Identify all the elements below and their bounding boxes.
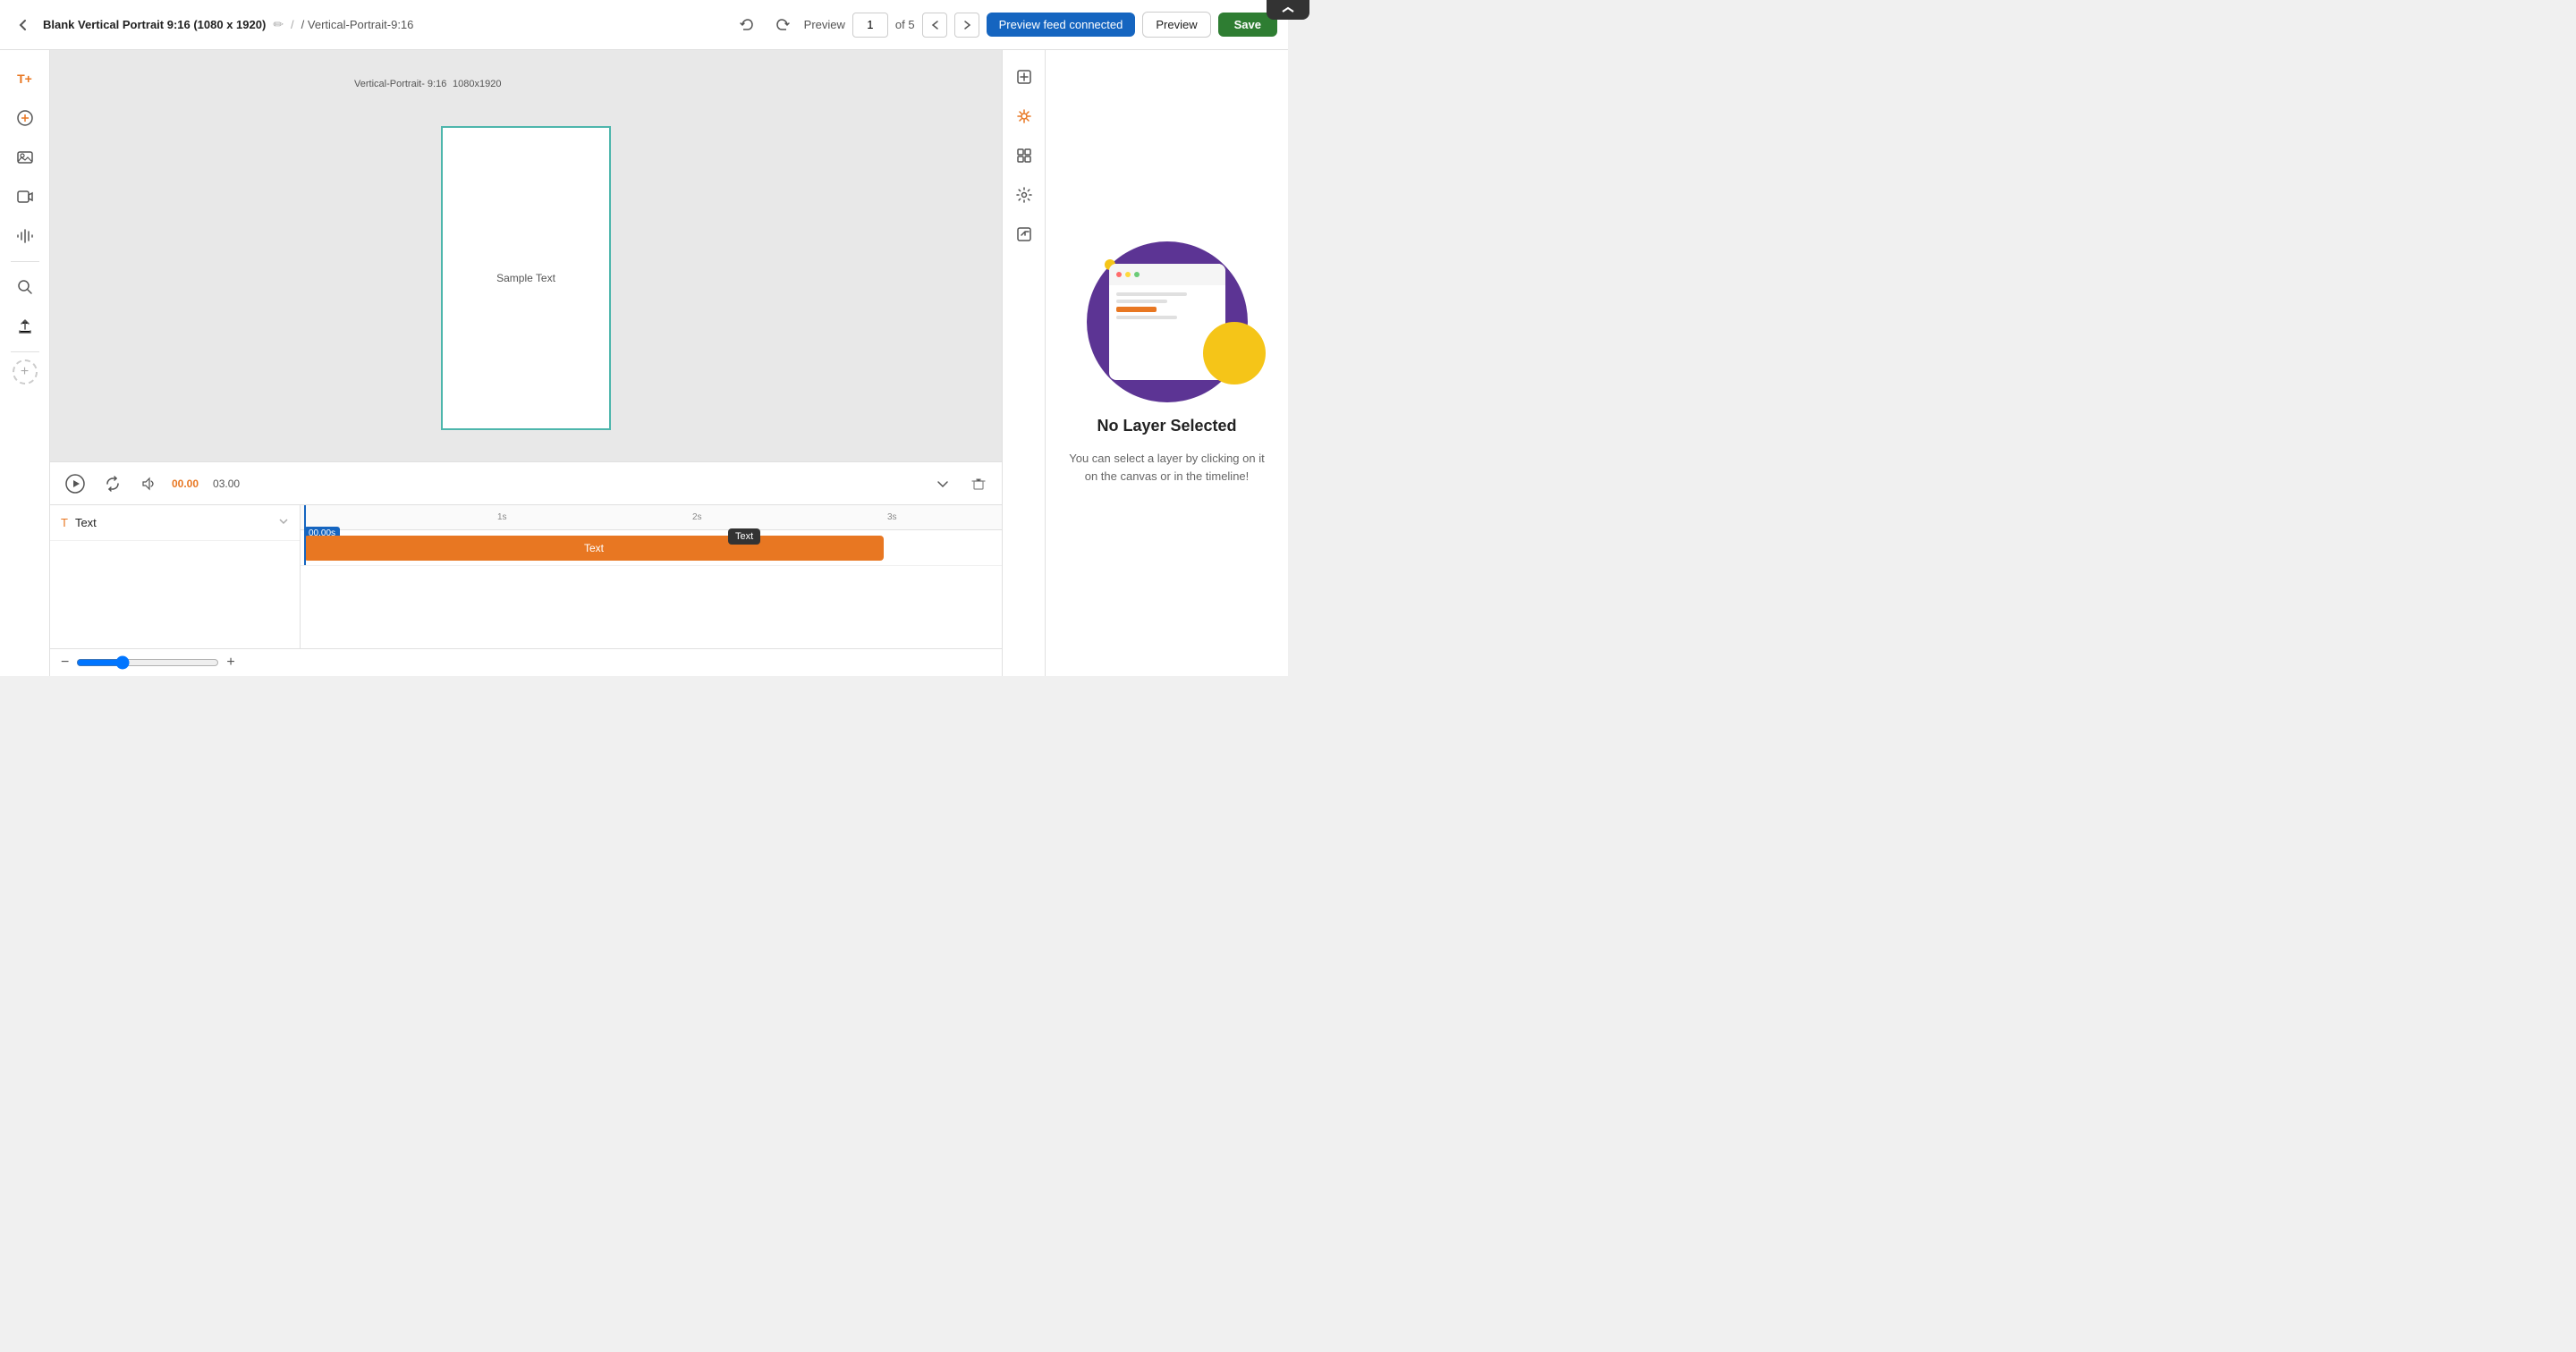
sidebar-audio[interactable] xyxy=(7,218,43,254)
play-button[interactable] xyxy=(61,469,89,498)
time-total: 03.00 xyxy=(213,477,240,490)
timeline-ruler: 00.00s 1s 2s 3s xyxy=(301,505,1002,530)
timeline-track-area: 00.00s 1s 2s 3s Text Text xyxy=(301,505,1002,648)
canvas-dimensions: 1080x1920 xyxy=(453,79,501,89)
zoom-in-button[interactable]: + xyxy=(226,655,234,671)
of-text: of 5 xyxy=(895,18,915,31)
right-tab-properties[interactable] xyxy=(1008,100,1040,132)
zoom-controls: − + xyxy=(50,648,1002,676)
delete-button[interactable] xyxy=(966,471,991,496)
edit-icon[interactable]: ✏ xyxy=(273,17,284,32)
timeline-collapse-button[interactable] xyxy=(930,471,955,496)
right-tab-grid[interactable] xyxy=(1008,139,1040,172)
breadcrumb-sub: / Vertical-Portrait-9:16 xyxy=(301,18,414,31)
canvas-scroll: Vertical-Portrait- 9:16 1080x1920 Sample… xyxy=(50,50,1002,461)
sidebar-add-element[interactable] xyxy=(7,100,43,136)
main-layout: T+ + Vertical-Portrait- 9:16 xyxy=(0,50,1288,676)
topbar-center xyxy=(733,11,797,39)
sidebar-add-text[interactable]: T+ xyxy=(7,61,43,97)
sidebar-add-button[interactable]: + xyxy=(13,359,38,384)
track-tooltip: Text xyxy=(728,528,760,545)
canvas-dims: 1080x1920 xyxy=(453,75,501,91)
timeline-body: T Text 00.00s 1s 2s 3s xyxy=(50,505,1002,648)
no-layer-desc: You can select a layer by clicking on it… xyxy=(1067,450,1267,485)
track-row-text: Text Text xyxy=(301,530,1002,566)
layer-name: Text xyxy=(75,516,271,529)
topbar-right: Preview of 5 Preview feed connected Prev… xyxy=(804,12,1277,38)
playhead-line xyxy=(304,505,306,529)
illustration-yellow-circle xyxy=(1203,322,1266,384)
ruler-tick-3s: 3s xyxy=(887,512,897,522)
illustration-dot-g xyxy=(1134,272,1140,277)
left-sidebar: T+ + xyxy=(0,50,50,676)
layer-expand-icon[interactable] xyxy=(278,516,289,529)
sidebar-upload[interactable] xyxy=(7,308,43,344)
time-current: 00.00 xyxy=(172,477,199,490)
illustration-line-2 xyxy=(1116,300,1167,303)
canvas-name: Vertical-Portrait- 9:16 xyxy=(354,79,446,89)
track-block-text[interactable]: Text xyxy=(304,536,884,561)
volume-button[interactable] xyxy=(136,471,161,496)
illustration-dot-y xyxy=(1125,272,1131,277)
timeline-controls: 00.00 03.00 xyxy=(50,462,1002,505)
right-tab-settings[interactable] xyxy=(1008,179,1040,211)
illustration-line-orange xyxy=(1116,307,1157,312)
illustration-dot-r xyxy=(1116,272,1122,277)
sidebar-image[interactable] xyxy=(7,139,43,175)
track-tooltip-label: Text xyxy=(735,531,753,542)
ruler-tick-2s: 2s xyxy=(692,512,702,522)
sidebar-divider-2 xyxy=(11,351,39,352)
preview-input[interactable] xyxy=(852,13,888,38)
timeline-area: 00.00 03.00 T Text xyxy=(50,461,1002,676)
next-preview-button[interactable] xyxy=(954,13,979,38)
right-panel-content: No Layer Selected You can select a layer… xyxy=(1046,50,1288,676)
timeline-layers: T Text xyxy=(50,505,301,648)
sidebar-search[interactable] xyxy=(7,269,43,305)
doc-title: Blank Vertical Portrait 9:16 (1080 x 192… xyxy=(43,18,266,31)
right-tab-transform[interactable] xyxy=(1008,218,1040,250)
right-tab-add[interactable] xyxy=(1008,61,1040,93)
illustration-line-3 xyxy=(1116,316,1177,319)
illustration-line-1 xyxy=(1116,292,1188,296)
breadcrumb-sep: / xyxy=(291,18,294,31)
top-collapse-indicator[interactable] xyxy=(1267,0,1309,20)
canvas-area: Vertical-Portrait- 9:16 1080x1920 Sample… xyxy=(50,50,1002,676)
zoom-out-button[interactable]: − xyxy=(61,655,69,671)
ruler-tick-1s: 1s xyxy=(497,512,507,522)
prev-preview-button[interactable] xyxy=(922,13,947,38)
zoom-slider[interactable] xyxy=(76,655,219,670)
track-playhead xyxy=(304,530,306,565)
canvas-sample-text: Sample Text xyxy=(496,272,555,284)
right-panel: No Layer Selected You can select a layer… xyxy=(1002,50,1288,676)
right-panel-tabs xyxy=(1003,50,1046,676)
feed-connected-button[interactable]: Preview feed connected xyxy=(987,13,1136,37)
preview-button[interactable]: Preview xyxy=(1142,12,1210,38)
sidebar-divider xyxy=(11,261,39,262)
layer-row-text[interactable]: T Text xyxy=(50,505,300,541)
no-layer-illustration xyxy=(1087,241,1248,402)
no-layer-title: No Layer Selected xyxy=(1097,417,1236,435)
preview-label: Preview xyxy=(804,18,845,31)
layer-text-icon: T xyxy=(61,516,68,529)
undo-button[interactable] xyxy=(733,11,761,39)
right-wrapper: No Layer Selected You can select a layer… xyxy=(1003,50,1288,676)
back-button[interactable] xyxy=(11,13,36,38)
topbar-left: Blank Vertical Portrait 9:16 (1080 x 192… xyxy=(11,13,725,38)
illustration-header xyxy=(1109,264,1225,285)
topbar: Blank Vertical Portrait 9:16 (1080 x 192… xyxy=(0,0,1288,50)
loop-button[interactable] xyxy=(100,471,125,496)
redo-button[interactable] xyxy=(768,11,797,39)
canvas-frame[interactable]: Sample Text xyxy=(441,126,611,430)
sidebar-video[interactable] xyxy=(7,179,43,215)
canvas-label: Vertical-Portrait- 9:16 xyxy=(354,75,446,91)
track-block-label: Text xyxy=(584,542,604,554)
